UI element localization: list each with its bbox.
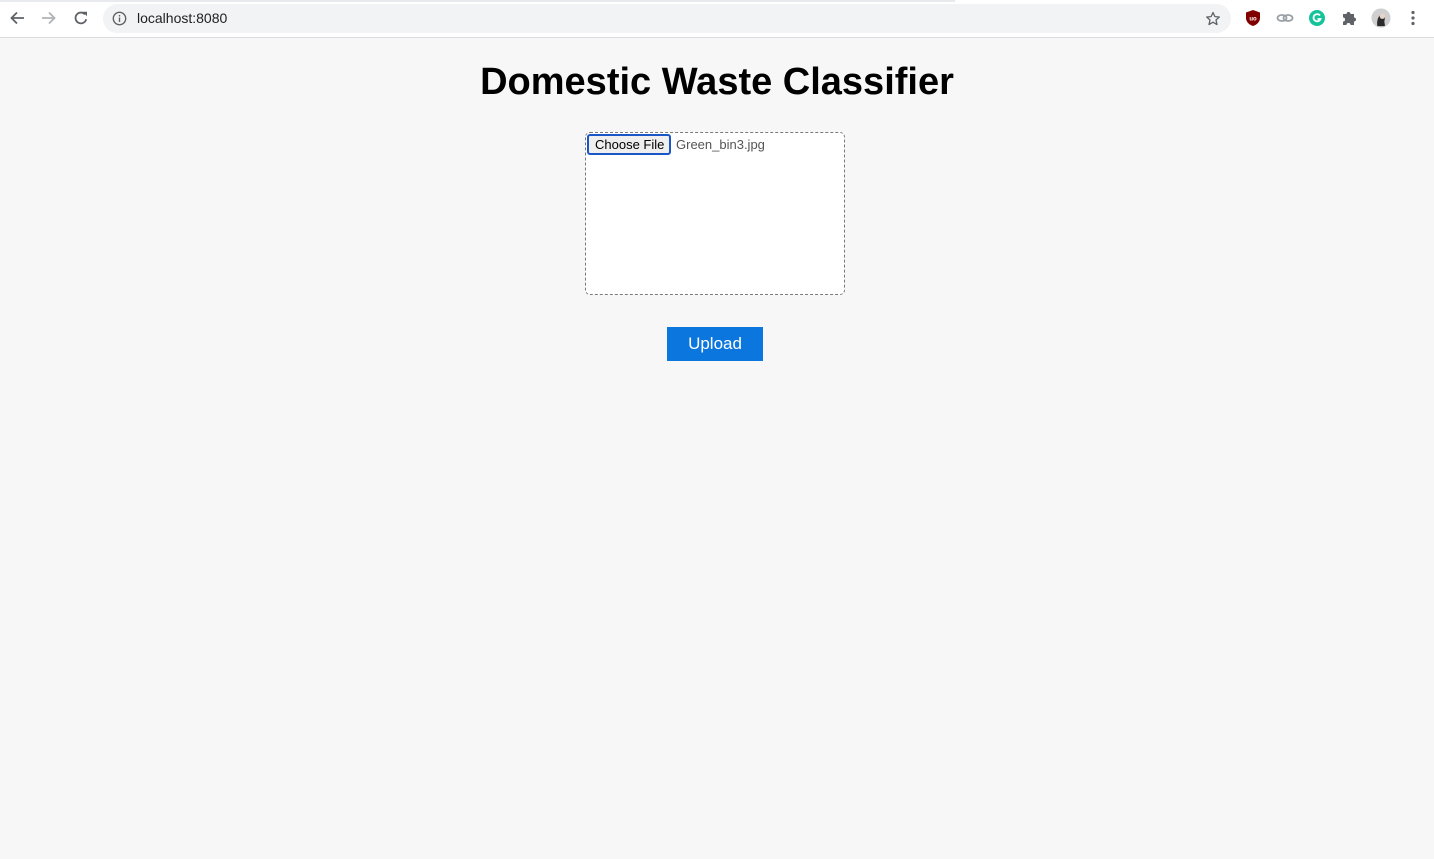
link-extension-icon[interactable] [1275, 8, 1295, 28]
loading-progress-bar [0, 0, 955, 2]
url-text[interactable]: localhost:8080 [137, 10, 227, 27]
svg-text:uo: uo [1249, 17, 1257, 23]
star-icon[interactable] [1203, 9, 1223, 29]
selected-file-name: Green_bin3.jpg [676, 137, 765, 152]
ublock-icon[interactable]: uo [1243, 8, 1263, 28]
grammarly-icon[interactable] [1307, 8, 1327, 28]
choose-file-button[interactable]: Choose File [587, 134, 671, 155]
back-arrow-icon [9, 10, 25, 26]
back-button[interactable] [5, 6, 29, 30]
browser-toolbar: localhost:8080 uo [0, 0, 1434, 38]
forward-button[interactable] [37, 6, 61, 30]
reload-button[interactable] [69, 6, 93, 30]
forward-arrow-icon [41, 10, 57, 26]
info-icon[interactable] [112, 11, 127, 26]
upload-button[interactable]: Upload [667, 327, 763, 361]
puzzle-extensions-icon[interactable] [1339, 8, 1359, 28]
kebab-menu-icon[interactable] [1403, 8, 1423, 28]
page-title: Domestic Waste Classifier [480, 61, 954, 103]
image-drop-zone[interactable]: Choose File Green_bin3.jpg [585, 132, 845, 295]
profile-avatar-icon[interactable] [1371, 8, 1391, 28]
address-bar[interactable]: localhost:8080 [103, 4, 1231, 33]
reload-icon [73, 10, 89, 26]
